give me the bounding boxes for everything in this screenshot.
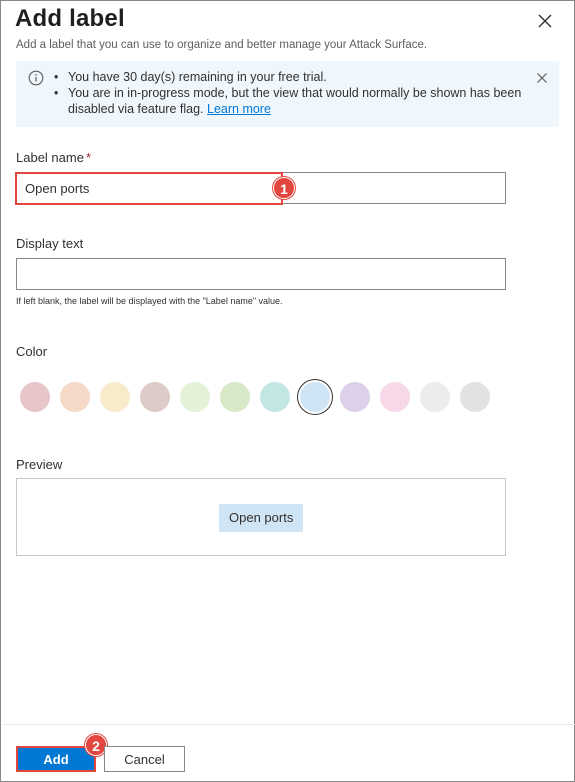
color-swatch-group [20,382,500,414]
banner-trial-text: You have 30 day(s) remaining in your fre… [68,70,327,84]
color-swatch-9[interactable] [340,382,370,412]
cancel-button[interactable]: Cancel [104,746,185,772]
color-swatch-12[interactable] [460,382,490,412]
color-label: Color [16,344,48,359]
display-text-helper: If left blank, the label will be display… [16,296,283,306]
color-swatch-3[interactable] [100,382,130,412]
color-swatch-4[interactable] [140,382,170,412]
required-marker: * [85,150,92,165]
color-swatch-2[interactable] [60,382,90,412]
close-icon[interactable] [535,11,555,31]
banner-message-list: You have 30 day(s) remaining in your fre… [54,69,524,117]
banner-message-trial: You have 30 day(s) remaining in your fre… [54,69,524,85]
color-swatch-8[interactable] [300,382,330,412]
add-label-panel: Add label Add a label that you can use t… [0,0,575,782]
label-name-label-text: Label name [16,150,84,165]
panel-title: Add label [15,5,125,32]
preview-box: Open ports [16,478,506,556]
banner-close-icon[interactable] [536,71,548,83]
step-1-badge: 1 [273,177,295,199]
preview-label-chip: Open ports [219,504,304,532]
label-name-label: Label name * [16,150,91,165]
color-swatch-7[interactable] [260,382,290,412]
color-swatch-5[interactable] [180,382,210,412]
banner-mode-text: You are in in-progress mode, but the vie… [68,86,522,116]
banner-message-mode: You are in in-progress mode, but the vie… [54,85,524,117]
display-text-input[interactable] [16,258,506,290]
color-swatch-10[interactable] [380,382,410,412]
color-swatch-1[interactable] [20,382,50,412]
trial-info-banner: You have 30 day(s) remaining in your fre… [16,61,559,127]
label-name-input[interactable] [16,172,506,204]
preview-label: Preview [16,457,63,472]
display-text-label: Display text [16,236,84,251]
panel-subtitle: Add a label that you can use to organize… [16,39,428,51]
learn-more-link[interactable]: Learn more [207,102,271,116]
info-icon [28,70,44,86]
footer-divider [2,724,575,725]
color-swatch-11[interactable] [420,382,450,412]
color-swatch-6[interactable] [220,382,250,412]
add-button[interactable]: Add [16,746,96,772]
